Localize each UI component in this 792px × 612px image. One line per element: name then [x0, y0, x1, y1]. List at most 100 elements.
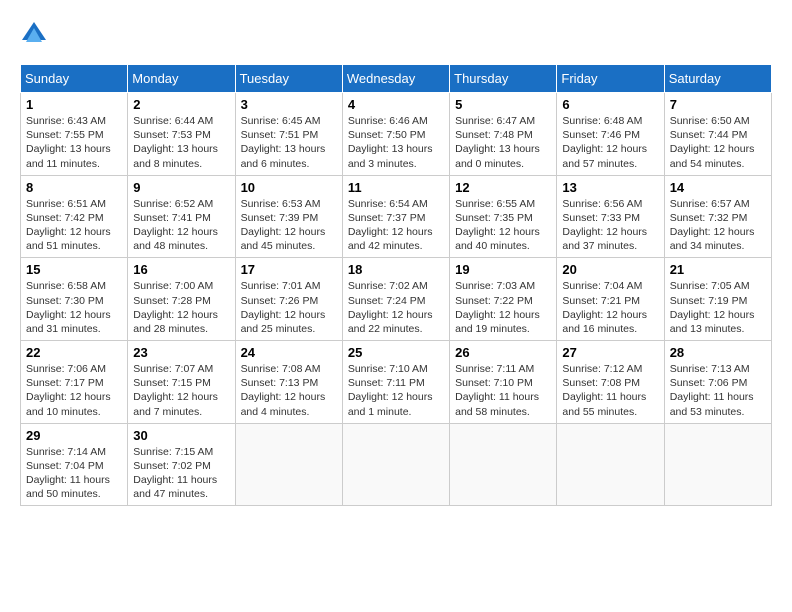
day-number: 8: [26, 180, 122, 195]
day-info: Sunrise: 6:52 AMSunset: 7:41 PMDaylight:…: [133, 197, 229, 254]
calendar-cell: 24 Sunrise: 7:08 AMSunset: 7:13 PMDayligh…: [235, 341, 342, 424]
col-header-sunday: Sunday: [21, 65, 128, 93]
calendar-cell: 9 Sunrise: 6:52 AMSunset: 7:41 PMDaylight…: [128, 175, 235, 258]
day-number: 16: [133, 262, 229, 277]
calendar-cell: 7 Sunrise: 6:50 AMSunset: 7:44 PMDaylight…: [664, 93, 771, 176]
day-number: 17: [241, 262, 337, 277]
calendar-cell: 27 Sunrise: 7:12 AMSunset: 7:08 PMDayligh…: [557, 341, 664, 424]
calendar-cell: 28 Sunrise: 7:13 AMSunset: 7:06 PMDayligh…: [664, 341, 771, 424]
day-info: Sunrise: 6:56 AMSunset: 7:33 PMDaylight:…: [562, 197, 658, 254]
week-row-2: 8 Sunrise: 6:51 AMSunset: 7:42 PMDaylight…: [21, 175, 772, 258]
col-header-friday: Friday: [557, 65, 664, 93]
col-header-saturday: Saturday: [664, 65, 771, 93]
calendar-cell: 13Sunrise: 6:56 AMSunset: 7:33 PMDayligh…: [557, 175, 664, 258]
day-info: Sunrise: 6:47 AMSunset: 7:48 PMDaylight:…: [455, 114, 551, 171]
day-number: 2: [133, 97, 229, 112]
day-info: Sunrise: 7:08 AMSunset: 7:13 PMDaylight:…: [241, 362, 337, 419]
col-header-tuesday: Tuesday: [235, 65, 342, 93]
day-number: 21: [670, 262, 766, 277]
calendar-header-row: SundayMondayTuesdayWednesdayThursdayFrid…: [21, 65, 772, 93]
day-info: Sunrise: 6:44 AMSunset: 7:53 PMDaylight:…: [133, 114, 229, 171]
day-info: Sunrise: 7:07 AMSunset: 7:15 PMDaylight:…: [133, 362, 229, 419]
calendar-cell: 18 Sunrise: 7:02 AMSunset: 7:24 PMDayligh…: [342, 258, 449, 341]
day-number: 23: [133, 345, 229, 360]
day-info: Sunrise: 7:03 AMSunset: 7:22 PMDaylight:…: [455, 279, 551, 336]
day-number: 24: [241, 345, 337, 360]
calendar-cell: 30 Sunrise: 7:15 AMSunset: 7:02 PMDayligh…: [128, 423, 235, 506]
day-number: 19: [455, 262, 551, 277]
day-number: 9: [133, 180, 229, 195]
day-number: 18: [348, 262, 444, 277]
col-header-wednesday: Wednesday: [342, 65, 449, 93]
day-number: 28: [670, 345, 766, 360]
logo-icon: [20, 20, 48, 48]
calendar-cell: 15 Sunrise: 6:58 AMSunset: 7:30 PMDayligh…: [21, 258, 128, 341]
calendar-cell: 12 Sunrise: 6:55 AMSunset: 7:35 PMDayligh…: [450, 175, 557, 258]
day-info: Sunrise: 6:45 AMSunset: 7:51 PMDaylight:…: [241, 114, 337, 171]
calendar-cell: 25 Sunrise: 7:10 AMSunset: 7:11 PMDayligh…: [342, 341, 449, 424]
day-number: 7: [670, 97, 766, 112]
col-header-monday: Monday: [128, 65, 235, 93]
day-info: Sunrise: 7:10 AMSunset: 7:11 PMDaylight:…: [348, 362, 444, 419]
day-number: 15: [26, 262, 122, 277]
day-number: 3: [241, 97, 337, 112]
calendar-cell: 5 Sunrise: 6:47 AMSunset: 7:48 PMDaylight…: [450, 93, 557, 176]
day-info: Sunrise: 6:57 AMSunset: 7:32 PMDaylight:…: [670, 197, 766, 254]
day-info: Sunrise: 7:02 AMSunset: 7:24 PMDaylight:…: [348, 279, 444, 336]
day-info: Sunrise: 7:04 AMSunset: 7:21 PMDaylight:…: [562, 279, 658, 336]
calendar-cell: 6 Sunrise: 6:48 AMSunset: 7:46 PMDaylight…: [557, 93, 664, 176]
calendar-cell: [557, 423, 664, 506]
day-number: 25: [348, 345, 444, 360]
day-info: Sunrise: 6:53 AMSunset: 7:39 PMDaylight:…: [241, 197, 337, 254]
calendar-cell: 3 Sunrise: 6:45 AMSunset: 7:51 PMDaylight…: [235, 93, 342, 176]
day-number: 14: [670, 180, 766, 195]
day-info: Sunrise: 7:01 AMSunset: 7:26 PMDaylight:…: [241, 279, 337, 336]
day-info: Sunrise: 7:12 AMSunset: 7:08 PMDaylight:…: [562, 362, 658, 419]
calendar-cell: 29Sunrise: 7:14 AMSunset: 7:04 PMDayligh…: [21, 423, 128, 506]
day-info: Sunrise: 7:05 AMSunset: 7:19 PMDaylight:…: [670, 279, 766, 336]
day-info: Sunrise: 6:46 AMSunset: 7:50 PMDaylight:…: [348, 114, 444, 171]
day-number: 30: [133, 428, 229, 443]
day-number: 4: [348, 97, 444, 112]
week-row-1: 1 Sunrise: 6:43 AMSunset: 7:55 PMDaylight…: [21, 93, 772, 176]
day-info: Sunrise: 6:48 AMSunset: 7:46 PMDaylight:…: [562, 114, 658, 171]
calendar-cell: 1 Sunrise: 6:43 AMSunset: 7:55 PMDaylight…: [21, 93, 128, 176]
day-number: 5: [455, 97, 551, 112]
logo: [20, 20, 52, 48]
calendar-cell: 26 Sunrise: 7:11 AMSunset: 7:10 PMDayligh…: [450, 341, 557, 424]
calendar-cell: 23 Sunrise: 7:07 AMSunset: 7:15 PMDayligh…: [128, 341, 235, 424]
calendar-cell: 20Sunrise: 7:04 AMSunset: 7:21 PMDayligh…: [557, 258, 664, 341]
calendar-cell: 2 Sunrise: 6:44 AMSunset: 7:53 PMDaylight…: [128, 93, 235, 176]
calendar-cell: 21 Sunrise: 7:05 AMSunset: 7:19 PMDayligh…: [664, 258, 771, 341]
day-info: Sunrise: 6:55 AMSunset: 7:35 PMDaylight:…: [455, 197, 551, 254]
calendar-cell: 17 Sunrise: 7:01 AMSunset: 7:26 PMDayligh…: [235, 258, 342, 341]
day-info: Sunrise: 7:11 AMSunset: 7:10 PMDaylight:…: [455, 362, 551, 419]
day-info: Sunrise: 6:58 AMSunset: 7:30 PMDaylight:…: [26, 279, 122, 336]
day-info: Sunrise: 6:50 AMSunset: 7:44 PMDaylight:…: [670, 114, 766, 171]
calendar-cell: 19 Sunrise: 7:03 AMSunset: 7:22 PMDayligh…: [450, 258, 557, 341]
day-number: 27: [562, 345, 658, 360]
calendar-cell: 14 Sunrise: 6:57 AMSunset: 7:32 PMDayligh…: [664, 175, 771, 258]
calendar-cell: 22Sunrise: 7:06 AMSunset: 7:17 PMDayligh…: [21, 341, 128, 424]
calendar-cell: 4 Sunrise: 6:46 AMSunset: 7:50 PMDaylight…: [342, 93, 449, 176]
calendar-cell: 8 Sunrise: 6:51 AMSunset: 7:42 PMDaylight…: [21, 175, 128, 258]
day-info: Sunrise: 6:51 AMSunset: 7:42 PMDaylight:…: [26, 197, 122, 254]
day-number: 1: [26, 97, 122, 112]
calendar-cell: [342, 423, 449, 506]
day-info: Sunrise: 7:14 AMSunset: 7:04 PMDaylight:…: [26, 445, 122, 502]
day-number: 6: [562, 97, 658, 112]
week-row-4: 22Sunrise: 7:06 AMSunset: 7:17 PMDayligh…: [21, 341, 772, 424]
day-info: Sunrise: 6:43 AMSunset: 7:55 PMDaylight:…: [26, 114, 122, 171]
calendar-cell: [235, 423, 342, 506]
day-info: Sunrise: 7:13 AMSunset: 7:06 PMDaylight:…: [670, 362, 766, 419]
calendar-table: SundayMondayTuesdayWednesdayThursdayFrid…: [20, 64, 772, 506]
calendar-cell: 10Sunrise: 6:53 AMSunset: 7:39 PMDayligh…: [235, 175, 342, 258]
day-number: 12: [455, 180, 551, 195]
day-info: Sunrise: 7:06 AMSunset: 7:17 PMDaylight:…: [26, 362, 122, 419]
calendar-cell: 11Sunrise: 6:54 AMSunset: 7:37 PMDayligh…: [342, 175, 449, 258]
page-header: [20, 20, 772, 48]
day-number: 26: [455, 345, 551, 360]
day-info: Sunrise: 7:15 AMSunset: 7:02 PMDaylight:…: [133, 445, 229, 502]
week-row-5: 29Sunrise: 7:14 AMSunset: 7:04 PMDayligh…: [21, 423, 772, 506]
day-info: Sunrise: 7:00 AMSunset: 7:28 PMDaylight:…: [133, 279, 229, 336]
